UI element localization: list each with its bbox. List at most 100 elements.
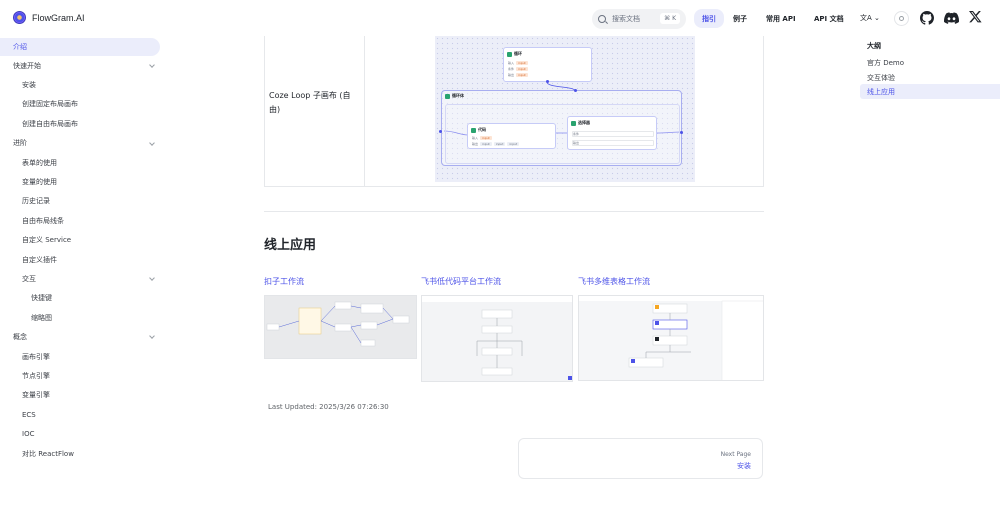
chevron-down-icon[interactable] <box>149 62 155 68</box>
sidebar-item-label: 变量的使用 <box>22 178 57 187</box>
sidebar-item[interactable]: 节点引擎 <box>0 366 168 385</box>
output-tag: input <box>507 142 520 146</box>
brand-name: FlowGram.AI <box>32 12 85 23</box>
outline-item-online-apps[interactable]: 线上应用 <box>860 84 1000 99</box>
loop-node-card[interactable]: 循环 输入 input 条件 input 输出 input <box>503 47 592 82</box>
sidebar-item[interactable]: 创建固定布局画布 <box>0 95 168 114</box>
top-navbar: FlowGram.AI 搜索文档 ⌘ K 指引 例子 常用 API API 文档… <box>0 0 1000 36</box>
sidebar-item[interactable]: 概念 <box>0 327 168 346</box>
sidebar-item[interactable]: 快捷键 <box>0 289 168 308</box>
sidebar-item[interactable]: 变量引擎 <box>0 386 168 405</box>
section-divider <box>264 211 764 212</box>
sidebar-item[interactable]: 进阶 <box>0 134 168 153</box>
section-title-online-apps: 线上应用 <box>264 238 317 253</box>
sidebar-item[interactable]: 历史记录 <box>0 192 168 211</box>
sidebar-item[interactable]: 缩略图 <box>0 308 168 327</box>
selector-node-title: 选择器 <box>578 120 590 125</box>
sidebar-item[interactable]: 自定义 Service <box>0 231 168 250</box>
port-dot[interactable] <box>680 131 683 134</box>
search-shortcut-badge: ⌘ K <box>660 13 680 24</box>
sidebar-item-label: 交互 <box>22 274 36 283</box>
loop-node-row: 输出 input <box>508 73 528 77</box>
sidebar-item[interactable]: 自由布局线条 <box>0 211 168 230</box>
outline-item-interaction[interactable]: 交互体验 <box>860 70 1000 85</box>
port-label: 输出 <box>508 73 515 77</box>
sun-icon <box>899 16 904 21</box>
sidebar-item-label: IOC <box>22 430 35 439</box>
card-link-feishu-bitable-workflow[interactable]: 飞书多维表格工作流 <box>578 276 650 287</box>
sidebar-item[interactable]: IOC <box>0 424 168 443</box>
flowgram-logo-icon <box>13 11 26 24</box>
coze-workflow-screenshot[interactable] <box>264 295 417 359</box>
card-link-feishu-lowcode-workflow[interactable]: 飞书低代码平台工作流 <box>421 276 501 287</box>
discord-icon[interactable] <box>944 11 959 25</box>
code-node-title: 代码 <box>478 127 486 132</box>
output-tag: input <box>480 142 492 146</box>
table-column-divider <box>364 36 365 187</box>
code-node-card[interactable]: 代码 输入 input 输出 input input input <box>467 123 556 149</box>
sidebar-item-label: 自定义插件 <box>22 255 57 264</box>
outline-title: 大纲 <box>867 42 881 50</box>
input-tag: input <box>516 61 528 65</box>
github-icon[interactable] <box>920 11 934 25</box>
search-box[interactable]: 搜索文档 ⌘ K <box>592 9 686 29</box>
sidebar-item-label: 对比 ReactFlow <box>22 449 74 458</box>
sidebar-item-label: 介绍 <box>13 43 27 51</box>
port-label: 输入 <box>472 136 479 140</box>
nav-common-api[interactable]: 常用 API <box>758 9 804 28</box>
code-node-row: 输出 input input input <box>472 142 520 146</box>
sidebar-item-label: 创建固定布局画布 <box>22 100 78 109</box>
sidebar-item[interactable]: 交互 <box>0 269 168 288</box>
card-link-coze-workflow[interactable]: 扣子工作流 <box>264 276 304 287</box>
code-node-icon <box>471 127 476 133</box>
selector-node-card[interactable]: 选择器 条件 输出 <box>567 116 657 150</box>
sidebar-item[interactable]: 画布引擎 <box>0 347 168 366</box>
port-label: 输入 <box>508 61 515 65</box>
chevron-down-icon[interactable] <box>149 275 155 282</box>
output-tag: input <box>493 142 506 146</box>
port-label: 条件 <box>573 132 580 136</box>
brand-link[interactable]: FlowGram.AI <box>13 11 85 24</box>
sidebar-item[interactable]: 创建自由布局画布 <box>0 114 168 133</box>
chevron-down-icon[interactable] <box>149 333 155 340</box>
sidebar-item[interactable]: 自定义插件 <box>0 250 168 269</box>
loop-body-icon <box>445 93 450 99</box>
sidebar-item-label: 快速开始 <box>13 61 41 70</box>
sidebar-item[interactable]: 变量的使用 <box>0 172 168 191</box>
comparison-table-row: Coze Loop 子画布 (自由) 循环 输入 input 条件 input … <box>264 36 764 187</box>
theme-toggle-button[interactable] <box>894 11 909 26</box>
port-label: 输出 <box>573 141 580 145</box>
sidebar-item-label: 自定义 Service <box>22 236 72 245</box>
next-page-card[interactable]: Next Page 安装 <box>518 438 763 479</box>
sidebar-item[interactable]: 表单的使用 <box>0 153 168 172</box>
workflow-graph-thumbnail <box>422 296 572 380</box>
feishu-bitable-workflow-screenshot[interactable] <box>578 295 764 381</box>
port-dot[interactable] <box>439 130 442 133</box>
next-page-label: Next Page <box>720 451 751 458</box>
nav-guide[interactable]: 指引 <box>694 9 724 28</box>
sidebar-item[interactable]: 介绍 <box>0 38 160 56</box>
coze-loop-canvas-preview: 循环 输入 input 条件 input 输出 input 循环体 代码 输入 … <box>435 36 695 182</box>
sidebar-item[interactable]: 对比 ReactFlow <box>0 444 168 463</box>
last-updated-text: Last Updated: 2025/3/26 07:26:30 <box>268 403 389 411</box>
nav-examples[interactable]: 例子 <box>725 9 755 28</box>
sidebar-item[interactable]: ECS <box>0 405 168 424</box>
port-dot[interactable] <box>574 89 577 92</box>
sidebar-item[interactable]: 快速开始 <box>0 56 168 75</box>
nav-api-docs[interactable]: API 文档 <box>806 9 852 28</box>
sidebar-item-label: 创建自由布局画布 <box>22 119 78 128</box>
feishu-lowcode-workflow-screenshot[interactable] <box>421 295 573 382</box>
language-switcher[interactable]: 文A ⌄ <box>860 13 880 23</box>
port-dot[interactable] <box>546 80 549 83</box>
workflow-graph-thumbnail <box>266 301 410 347</box>
loop-node-title: 循环 <box>514 51 522 56</box>
sidebar-item[interactable]: 安装 <box>0 75 168 94</box>
sidebar-item-label: 节点引擎 <box>22 371 50 380</box>
workflow-graph-thumbnail <box>579 296 763 380</box>
input-tag: input <box>516 73 528 77</box>
sidebar-item-label: 进阶 <box>13 139 27 148</box>
sidebar-item-label: 安装 <box>22 81 36 90</box>
outline-item-official-demo[interactable]: 官方 Demo <box>860 55 1000 70</box>
chevron-down-icon[interactable] <box>149 139 155 146</box>
x-twitter-icon[interactable] <box>969 11 982 24</box>
